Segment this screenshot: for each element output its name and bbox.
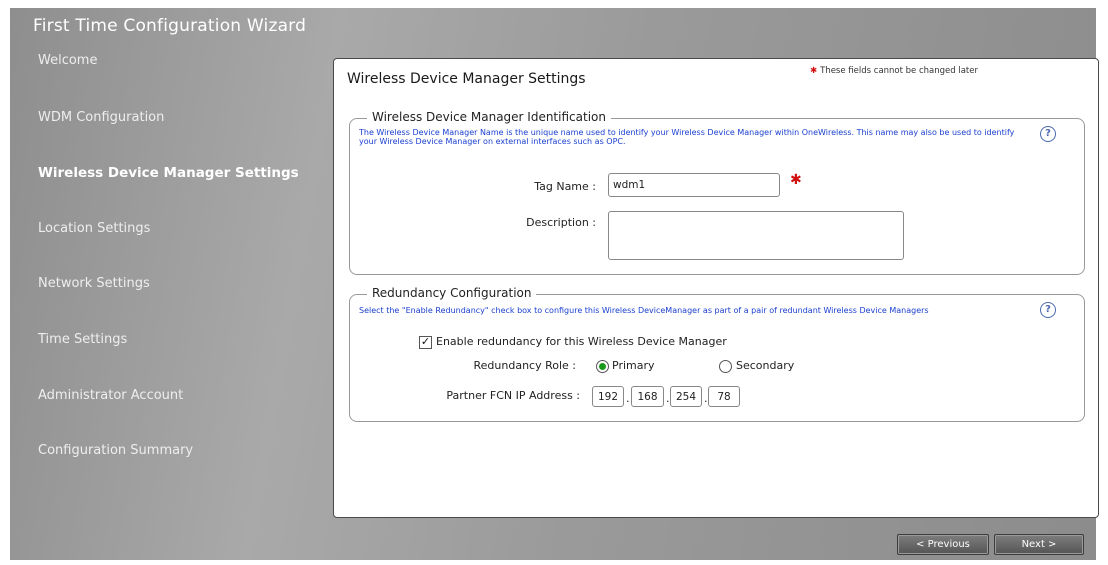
- next-button[interactable]: Next >: [994, 534, 1084, 555]
- role-secondary-label[interactable]: Secondary: [736, 359, 794, 372]
- redundancy-legend: Redundancy Configuration: [367, 286, 537, 300]
- ip-separator: .: [626, 392, 630, 405]
- redundancy-description: Select the "Enable Redundancy" check box…: [359, 306, 929, 315]
- step-wdm-configuration[interactable]: WDM Configuration: [38, 110, 164, 125]
- redundancy-role-label: Redundancy Role :: [473, 359, 577, 372]
- wizard-title: First Time Configuration Wizard: [33, 16, 307, 36]
- panel-title: Wireless Device Manager Settings: [347, 71, 586, 87]
- step-administrator-account[interactable]: Administrator Account: [38, 388, 183, 403]
- tag-name-required-icon: ✱: [790, 172, 802, 188]
- identification-help-icon[interactable]: ?: [1040, 126, 1056, 142]
- ip-separator: .: [704, 392, 708, 405]
- ip-separator: .: [666, 392, 670, 405]
- role-primary-radio[interactable]: [596, 360, 609, 373]
- partner-ip-octet-1[interactable]: [592, 386, 624, 407]
- previous-button[interactable]: < Previous: [897, 534, 989, 555]
- description-label: Description :: [526, 216, 596, 229]
- step-location-settings[interactable]: Location Settings: [38, 221, 150, 236]
- step-time-settings[interactable]: Time Settings: [38, 332, 127, 347]
- redundancy-help-icon[interactable]: ?: [1040, 302, 1056, 318]
- step-wireless-device-manager-settings[interactable]: Wireless Device Manager Settings: [38, 165, 299, 181]
- required-note: ✱ These fields cannot be changed later: [810, 66, 978, 76]
- partner-ip-octet-3[interactable]: [670, 386, 702, 407]
- identification-description: The Wireless Device Manager Name is the …: [359, 128, 1015, 146]
- required-mark-icon: ✱: [810, 66, 818, 76]
- step-welcome[interactable]: Welcome: [38, 53, 97, 68]
- tag-name-label: Tag Name :: [534, 180, 596, 193]
- required-note-text: These fields cannot be changed later: [820, 66, 978, 76]
- identification-legend: Wireless Device Manager Identification: [367, 110, 611, 124]
- partner-ip-octet-4[interactable]: [708, 386, 740, 407]
- enable-redundancy-checkbox[interactable]: ✓: [419, 336, 432, 349]
- description-input[interactable]: [608, 211, 904, 260]
- step-configuration-summary[interactable]: Configuration Summary: [38, 443, 193, 458]
- role-primary-label[interactable]: Primary: [612, 359, 655, 372]
- partner-ip-label: Partner FCN IP Address :: [446, 389, 580, 402]
- enable-redundancy-label[interactable]: Enable redundancy for this Wireless Devi…: [436, 335, 727, 348]
- tag-name-input[interactable]: [608, 173, 780, 197]
- partner-ip-octet-2[interactable]: [631, 386, 664, 407]
- step-network-settings[interactable]: Network Settings: [38, 276, 150, 291]
- role-secondary-radio[interactable]: [719, 360, 732, 373]
